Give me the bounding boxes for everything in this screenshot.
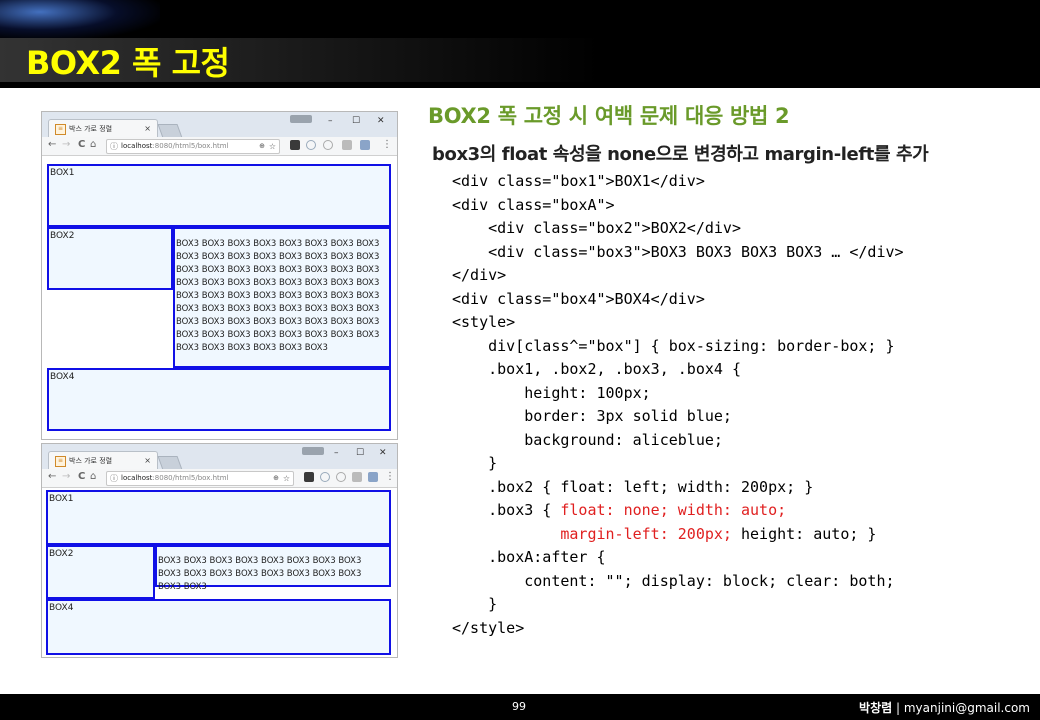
browser-window-2: ≡ 박스 가로 정렬 × – ☐ ✕ ← → C ⌂ ⓘ localhost:8… bbox=[41, 443, 398, 658]
tab-close-icon[interactable]: × bbox=[144, 452, 151, 470]
slide-footer: 99 박창렴 | myanjini@gmail.com bbox=[0, 694, 1040, 720]
home-button[interactable]: ⌂ bbox=[90, 139, 96, 150]
forward-button[interactable]: → bbox=[62, 471, 70, 482]
browser-tab[interactable]: ≡ 박스 가로 정렬 × bbox=[48, 119, 158, 138]
author-name: 박창렴 bbox=[859, 701, 893, 715]
section-heading: BOX2 폭 고정 시 여백 문제 대응 방법 2 bbox=[428, 104, 790, 128]
close-window-button[interactable]: ✕ bbox=[377, 116, 385, 126]
minimize-button[interactable]: – bbox=[334, 448, 339, 458]
info-icon[interactable]: ⓘ bbox=[110, 472, 118, 485]
code-line: } bbox=[452, 454, 498, 472]
code-line: div[class^="box"] { box-sizing: border-b… bbox=[452, 336, 895, 355]
nav-bar: ← → C ⌂ ⓘ localhost:8080/html5/box.html … bbox=[42, 469, 397, 488]
forward-button[interactable]: → bbox=[62, 139, 70, 150]
box4: BOX4 bbox=[47, 368, 391, 431]
address-bar[interactable]: ⓘ localhost:8080/html5/box.html ⊕ ☆ bbox=[106, 139, 280, 154]
header-galaxy-decoration bbox=[0, 0, 160, 40]
browser-window-1: ≡ 박스 가로 정렬 × – ☐ ✕ ← → C ⌂ ⓘ localhost:8… bbox=[41, 111, 398, 440]
extension-icon-1[interactable] bbox=[290, 140, 300, 150]
box4: BOX4 bbox=[46, 599, 391, 655]
maximize-button[interactable]: ☐ bbox=[356, 448, 364, 458]
profile-badge[interactable] bbox=[290, 115, 312, 123]
new-tab-button[interactable] bbox=[157, 456, 183, 470]
slide-title: BOX2 폭 고정 bbox=[26, 44, 230, 82]
tab-strip: ≡ 박스 가로 정렬 × – ☐ ✕ bbox=[42, 112, 397, 138]
extension-icon-3[interactable] bbox=[323, 140, 333, 150]
code-line: <div class="box4">BOX4</div> bbox=[452, 289, 705, 308]
reload-button[interactable]: C bbox=[78, 139, 85, 150]
code-line: .boxA:after { bbox=[452, 548, 606, 566]
code-text: height: auto; } bbox=[731, 524, 877, 543]
nav-bar: ← → C ⌂ ⓘ localhost:8080/html5/box.html … bbox=[42, 137, 397, 156]
profile-badge[interactable] bbox=[302, 447, 324, 455]
code-line: .box3 { float: none; width: auto; bbox=[452, 501, 786, 519]
code-line: content: ""; display: block; clear: both… bbox=[452, 571, 895, 590]
code-text: .box3 { bbox=[452, 501, 561, 519]
bookmark-star-icon[interactable]: ☆ bbox=[283, 472, 290, 485]
code-line: <div class="box2">BOX2</div> bbox=[452, 219, 741, 237]
url-text: localhost:8080/html5/box.html bbox=[121, 474, 229, 482]
box2: BOX2 bbox=[46, 545, 155, 599]
info-icon[interactable]: ⓘ bbox=[110, 140, 118, 153]
code-line: } bbox=[452, 595, 498, 613]
favicon-icon: ≡ bbox=[55, 456, 66, 467]
code-line: <div class="boxA"> bbox=[452, 195, 615, 214]
close-window-button[interactable]: ✕ bbox=[379, 448, 387, 458]
author-info: 박창렴 | myanjini@gmail.com bbox=[859, 699, 1030, 716]
favicon-icon: ≡ bbox=[55, 124, 66, 135]
extension-icon-5[interactable] bbox=[360, 140, 370, 150]
code-line: .box1, .box2, .box3, .box4 { bbox=[452, 360, 741, 378]
code-line: <div class="box3">BOX3 BOX3 BOX3 BOX3 … … bbox=[452, 242, 904, 261]
maximize-button[interactable]: ☐ bbox=[352, 116, 360, 126]
zoom-icon[interactable]: ⊕ bbox=[273, 472, 279, 485]
extension-icon-1[interactable] bbox=[304, 472, 314, 482]
tab-title: 박스 가로 정렬 bbox=[69, 125, 113, 133]
box2: BOX2 bbox=[47, 227, 173, 290]
code-line: border: 3px solid blue; bbox=[452, 407, 732, 425]
extension-icon-4[interactable] bbox=[342, 140, 352, 150]
home-button[interactable]: ⌂ bbox=[90, 471, 96, 482]
back-button[interactable]: ← bbox=[48, 471, 56, 482]
code-line: margin-left: 200px; height: auto; } bbox=[452, 525, 876, 543]
menu-icon[interactable]: ⋮ bbox=[382, 139, 392, 150]
extension-icon-5[interactable] bbox=[368, 472, 378, 482]
code-line: .box2 { float: left; width: 200px; } bbox=[452, 477, 814, 496]
tab-close-icon[interactable]: × bbox=[144, 120, 151, 138]
code-line: </style> bbox=[452, 618, 525, 637]
extension-icon-4[interactable] bbox=[352, 472, 362, 482]
code-line: </div> bbox=[452, 266, 507, 284]
box1: BOX1 bbox=[46, 490, 391, 545]
tab-title: 박스 가로 정렬 bbox=[69, 457, 113, 465]
page-number: 99 bbox=[512, 700, 526, 713]
minimize-button[interactable]: – bbox=[328, 116, 333, 126]
menu-icon[interactable]: ⋮ bbox=[385, 471, 395, 482]
slide-header: BOX2 폭 고정 bbox=[0, 0, 1040, 88]
code-line: <div class="box1">BOX1</div> bbox=[452, 172, 705, 190]
tab-strip: ≡ 박스 가로 정렬 × – ☐ ✕ bbox=[42, 444, 397, 470]
extension-icon-2[interactable] bbox=[320, 472, 330, 482]
url-text: localhost:8080/html5/box.html bbox=[121, 142, 229, 150]
bookmark-star-icon[interactable]: ☆ bbox=[269, 140, 276, 153]
back-button[interactable]: ← bbox=[48, 139, 56, 150]
box1: BOX1 bbox=[47, 164, 391, 227]
address-bar[interactable]: ⓘ localhost:8080/html5/box.html ⊕ ☆ bbox=[106, 471, 294, 486]
new-tab-button[interactable] bbox=[157, 124, 183, 138]
code-line: height: 100px; bbox=[452, 383, 651, 402]
section-subheading: box3의 float 속성을 none으로 변경하고 margin-left를… bbox=[432, 144, 929, 165]
code-highlight: margin-left: 200px; bbox=[452, 524, 732, 543]
extension-icon-3[interactable] bbox=[336, 472, 346, 482]
author-email: myanjini@gmail.com bbox=[903, 701, 1030, 715]
code-line: <style> bbox=[452, 313, 516, 331]
code-line: background: aliceblue; bbox=[452, 430, 723, 449]
code-highlight: float: none; width: auto; bbox=[560, 501, 787, 519]
box3: BOX3 BOX3 BOX3 BOX3 BOX3 BOX3 BOX3 BOX3 … bbox=[173, 227, 391, 368]
separator: | bbox=[895, 701, 901, 715]
zoom-icon[interactable]: ⊕ bbox=[259, 140, 265, 153]
box3: BOX3 BOX3 BOX3 BOX3 BOX3 BOX3 BOX3 BOX3 … bbox=[155, 545, 391, 592]
browser-tab[interactable]: ≡ 박스 가로 정렬 × bbox=[48, 451, 158, 470]
reload-button[interactable]: C bbox=[78, 471, 85, 482]
extension-icon-2[interactable] bbox=[306, 140, 316, 150]
